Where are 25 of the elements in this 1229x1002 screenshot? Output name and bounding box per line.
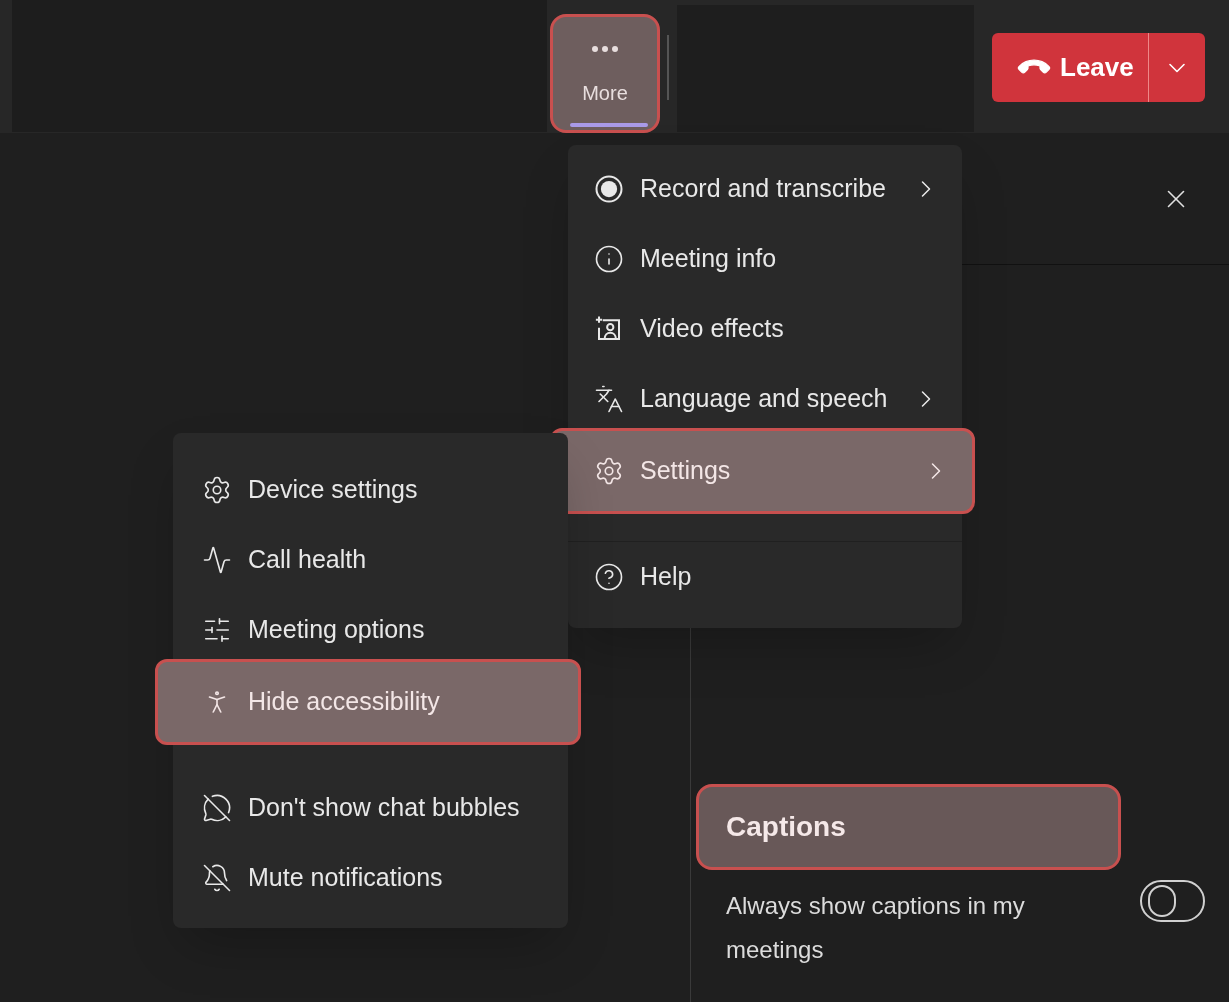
info-icon	[594, 244, 624, 274]
more-icon	[591, 45, 619, 53]
section-heading: Captions	[696, 784, 1121, 870]
chat-bubble-off-icon	[202, 793, 232, 823]
more-button[interactable]: More	[550, 14, 660, 133]
settings-icon	[202, 475, 232, 505]
bell-off-icon	[202, 863, 232, 893]
toggle-switch[interactable]	[1140, 880, 1205, 922]
menu-item[interactable]: Record and transcribe	[568, 154, 962, 224]
menu-item[interactable]: Don't show chat bubbles	[173, 773, 568, 843]
pulse-icon	[202, 545, 232, 575]
record-icon	[594, 174, 624, 204]
sliders-icon	[202, 615, 232, 645]
menu-item[interactable]: Mute notifications	[173, 843, 568, 913]
menu-item[interactable]: Help	[568, 542, 962, 612]
settings-icon	[594, 456, 624, 486]
menu-item[interactable]: Hide accessibility	[155, 659, 581, 745]
leave-button[interactable]: Leave	[992, 33, 1205, 102]
setting-label: Always show captions in my meetings	[726, 891, 1026, 965]
language-icon	[594, 384, 624, 414]
help-icon	[594, 562, 624, 592]
menu-item[interactable]: Call health	[173, 525, 568, 595]
menu-item[interactable]: Meeting info	[568, 224, 962, 294]
menu-item[interactable]: Video effects	[568, 294, 962, 364]
menu-item[interactable]: Settings	[550, 428, 975, 514]
